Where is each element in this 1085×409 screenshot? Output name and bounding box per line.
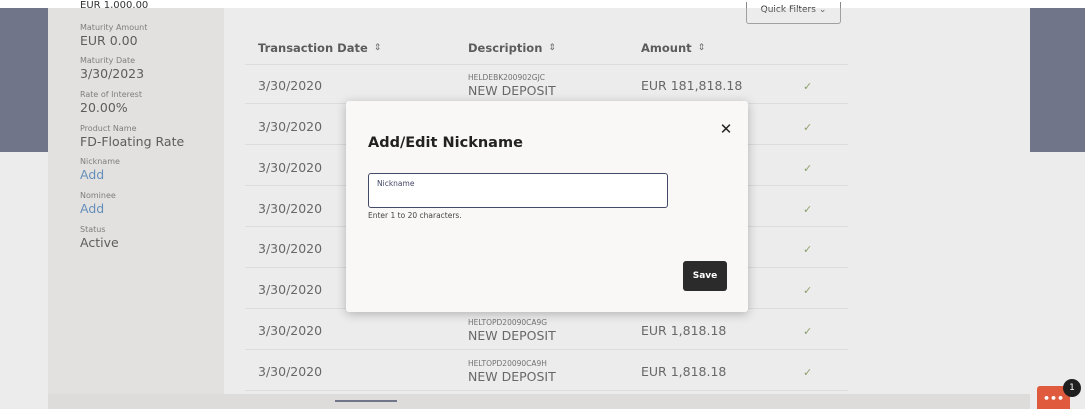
add-edit-nickname-dialog: Add/Edit Nickname ✕ Nickname Enter 1 to …: [346, 101, 748, 312]
nickname-input[interactable]: [376, 189, 660, 205]
nickname-hint: Enter 1 to 20 characters.: [368, 211, 462, 220]
chat-icon: •••: [1042, 392, 1065, 405]
nickname-field[interactable]: Nickname: [368, 173, 668, 208]
chat-notification-badge: 1: [1063, 379, 1081, 397]
close-icon[interactable]: ✕: [718, 121, 734, 137]
cut-off-value: EUR 1,000.00: [80, 0, 149, 8]
dialog-title: Add/Edit Nickname: [368, 135, 523, 151]
save-button[interactable]: Save: [683, 261, 727, 291]
nickname-field-label: Nickname: [377, 179, 415, 188]
